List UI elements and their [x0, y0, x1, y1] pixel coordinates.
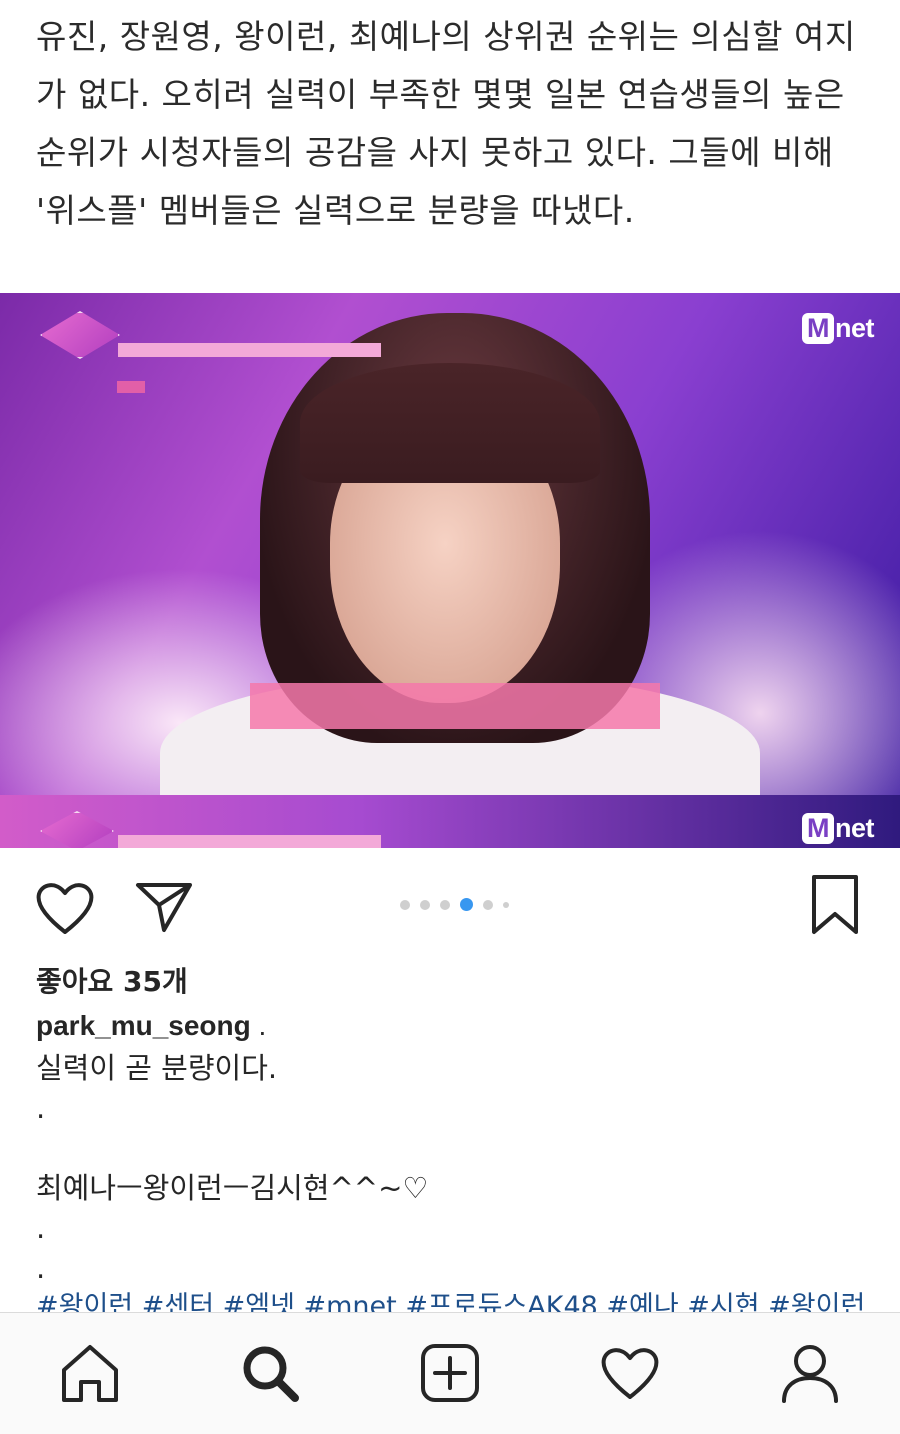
- show-tag-line: [196, 331, 366, 341]
- tab-new-post[interactable]: [418, 1341, 482, 1405]
- send-icon: [136, 883, 192, 932]
- article-line: 가 없다. 오히려 실력이 부족한 몇몇 일본 연습생들의 높은: [36, 75, 845, 114]
- tab-activity[interactable]: [598, 1341, 662, 1405]
- tab-search[interactable]: [238, 1341, 302, 1405]
- post-caption: 실력이 곧 분량이다. . 최예나ㅡ왕이런ㅡ김시현^^~♡ . .: [36, 1048, 428, 1288]
- carousel-dot: [483, 899, 493, 910]
- caption-line: [36, 1128, 428, 1168]
- show-tag-pink: [118, 343, 381, 357]
- photo-bangs: [300, 363, 600, 483]
- carousel-dot: [440, 899, 450, 910]
- username-suffix: .: [258, 1010, 267, 1041]
- carousel-slide: Mnet: [0, 795, 900, 848]
- add-post-icon: [421, 1344, 479, 1402]
- carousel-indicator: [400, 898, 509, 911]
- carousel-dot-active: [460, 898, 473, 911]
- carousel-dot: [400, 899, 410, 910]
- article-line: 유진, 장원영, 왕이런, 최예나의 상위권 순위는 의심할 여지: [36, 17, 856, 56]
- username-row: park_mu_seong .: [36, 1010, 266, 1042]
- hashtag-list[interactable]: #왕이런 #센터 #엠넷 #mnet #프로듀스AK48 #예나 #시현 #왕이…: [36, 1288, 886, 1312]
- carousel-slide: Mnet: [0, 293, 900, 795]
- show-logo: [40, 811, 114, 848]
- heart-icon: [601, 1348, 659, 1399]
- post-media-carousel[interactable]: Mnet Mnet: [0, 293, 900, 848]
- caption-line: .: [36, 1211, 46, 1245]
- like-count[interactable]: 좋아요 35개: [36, 960, 188, 1000]
- save-button[interactable]: [810, 874, 860, 936]
- heart-icon: [36, 883, 94, 934]
- tab-profile[interactable]: [778, 1341, 842, 1405]
- caption-line: 실력이 곧 분량이다.: [36, 1051, 278, 1085]
- carousel-dot: [503, 901, 509, 908]
- caption-line: 최예나ㅡ왕이런ㅡ김시현^^~♡: [36, 1171, 429, 1205]
- home-icon: [62, 1345, 118, 1402]
- article-line: '위스플' 멤버들은 실력으로 분량을 따냈다.: [36, 191, 635, 230]
- broadcaster-logo: Mnet: [802, 313, 875, 344]
- post-actions: [0, 868, 900, 948]
- video-subtitle-bar: [250, 683, 660, 729]
- caption-line: .: [36, 1251, 46, 1285]
- tab-home[interactable]: [58, 1341, 122, 1405]
- username[interactable]: park_mu_seong: [36, 1010, 251, 1041]
- article-text: 유진, 장원영, 왕이런, 최예나의 상위권 순위는 의심할 여지 가 없다. …: [36, 8, 876, 240]
- bookmark-icon: [812, 875, 858, 934]
- carousel-dot: [420, 899, 430, 910]
- share-button[interactable]: [134, 880, 194, 934]
- profile-icon: [782, 1345, 838, 1403]
- article-line: 순위가 시청자들의 공감을 사지 못하고 있다. 그들에 비해: [36, 133, 834, 172]
- bottom-tab-bar: [0, 1312, 900, 1434]
- search-icon: [243, 1346, 299, 1402]
- broadcaster-logo: Mnet: [802, 813, 875, 844]
- show-logo: [40, 311, 120, 359]
- show-tag-small: [117, 381, 145, 393]
- show-tag-pink: [118, 835, 381, 848]
- like-button[interactable]: [34, 880, 96, 936]
- caption-line: .: [36, 1091, 46, 1125]
